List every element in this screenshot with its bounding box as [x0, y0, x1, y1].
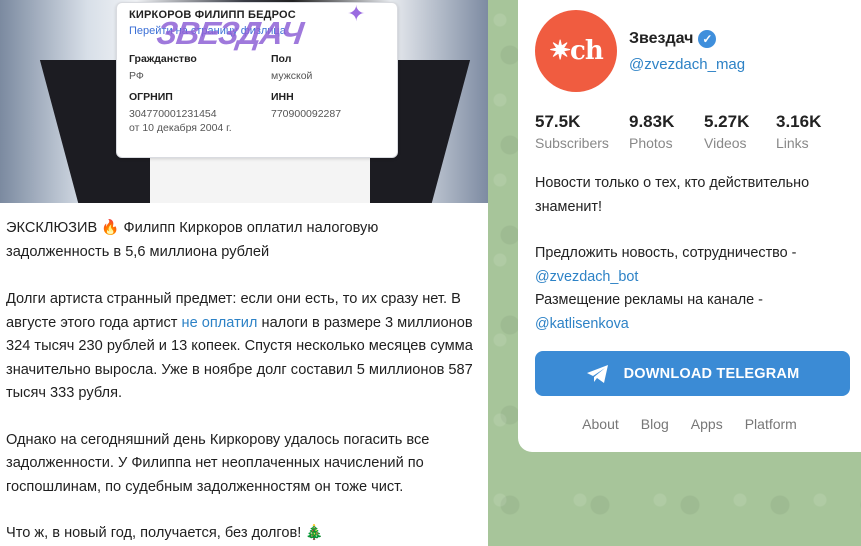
- stat-photos: 9.83K Photos: [629, 112, 675, 151]
- doc-ogrnip-label: ОГРНИП: [129, 91, 173, 103]
- sparkle-icon: ✦: [347, 1, 366, 26]
- channel-name-row: Звездач ✓: [629, 30, 717, 48]
- post-image[interactable]: КИРКОРОВ ФИЛИПП БЕДРОС Перейти на страни…: [0, 0, 488, 203]
- channel-logo: ✷ch: [549, 36, 604, 66]
- footer-blog-link[interactable]: Blog: [641, 416, 669, 432]
- watermark-stamp: ЗВЕЗДАЧ: [154, 15, 306, 51]
- doc-sex-label: Пол: [271, 53, 292, 65]
- fire-icon: 🔥: [101, 220, 120, 236]
- post-paragraph-2: Однако на сегодняшний день Киркорову уда…: [6, 431, 430, 495]
- doc-ogrnip-date: от 10 декабря 2004 г.: [129, 122, 232, 134]
- channel-name: Звездач: [629, 30, 694, 47]
- doc-inn-value: 770900092287: [271, 108, 342, 120]
- doc-citizenship-label: Гражданство: [129, 53, 197, 65]
- channel-avatar[interactable]: ✷ch: [535, 10, 617, 92]
- doc-citizenship-value: РФ: [129, 70, 144, 82]
- stat-videos: 5.27K Videos: [704, 112, 750, 151]
- download-label: DOWNLOAD TELEGRAM: [623, 365, 800, 382]
- christmas-tree-icon: 🎄: [305, 525, 324, 541]
- tax-document-card: КИРКОРОВ ФИЛИПП БЕДРОС Перейти на страни…: [116, 1, 398, 158]
- ads-contact-link[interactable]: @katlisenkova: [535, 316, 629, 332]
- footer-platform-link[interactable]: Platform: [745, 416, 797, 432]
- post-headline: ЭКСКЛЮЗИВ 🔥 Филипп Киркоров оплатил нало…: [6, 217, 480, 264]
- unpaid-link[interactable]: не оплатил: [182, 315, 258, 331]
- channel-handle[interactable]: @zvezdach_mag: [629, 56, 745, 73]
- telegram-plane-icon: [586, 364, 608, 383]
- channel-info-card: ✷ch Звездач ✓ @zvezdach_mag 57.5K Subscr…: [518, 0, 861, 452]
- post-paragraph-3: Что ж, в новый год, получается, без долг…: [6, 525, 324, 541]
- footer-about-link[interactable]: About: [582, 416, 619, 432]
- channel-stats: 57.5K Subscribers 9.83K Photos 5.27K Vid…: [535, 112, 836, 151]
- stat-links: 3.16K Links: [776, 112, 822, 151]
- doc-sex-value: мужской: [271, 70, 313, 82]
- footer-links: About Blog Apps Platform: [518, 416, 861, 432]
- channel-description: Новости только о тех, кто действительно …: [535, 175, 810, 332]
- verified-icon: ✓: [698, 30, 717, 48]
- headline-prefix: ЭКСКЛЮЗИВ: [6, 220, 98, 236]
- stat-subscribers: 57.5K Subscribers: [535, 112, 609, 151]
- download-telegram-button[interactable]: DOWNLOAD TELEGRAM: [535, 351, 850, 396]
- post-paragraph-1: Долги артиста странный предмет: если они…: [6, 291, 473, 401]
- doc-inn-label: ИНН: [271, 91, 294, 103]
- doc-ogrnip-value: 304770001231454: [129, 108, 217, 120]
- channel-post: КИРКОРОВ ФИЛИПП БЕДРОС Перейти на страни…: [0, 0, 488, 546]
- post-text: ЭКСКЛЮЗИВ 🔥 Филипп Киркоров оплатил нало…: [0, 203, 488, 546]
- bot-link[interactable]: @zvezdach_bot: [535, 269, 638, 285]
- footer-apps-link[interactable]: Apps: [691, 416, 723, 432]
